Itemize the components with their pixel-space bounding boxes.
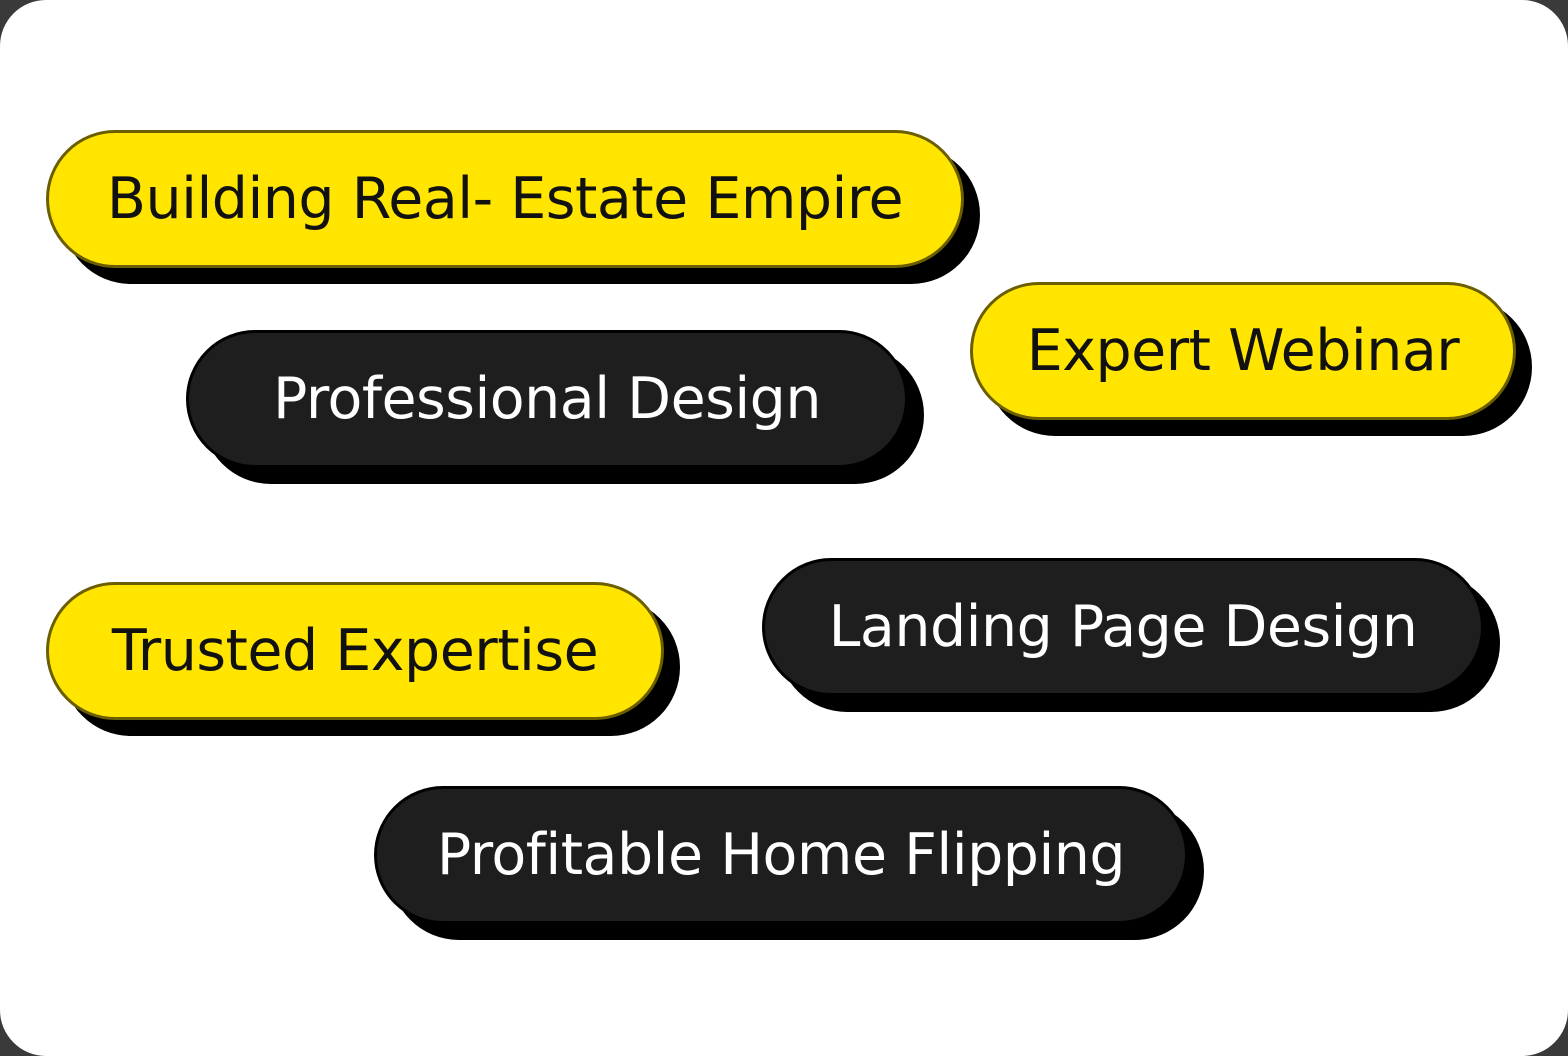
tag-professional-design-wrap: Professional Design xyxy=(186,330,924,484)
tag-landing-page-design[interactable]: Landing Page Design xyxy=(762,558,1484,696)
tag-expert-webinar-wrap: Expert Webinar xyxy=(970,282,1532,436)
tag-profitable-home-flipping[interactable]: Profitable Home Flipping xyxy=(374,786,1188,924)
tag-trusted-expertise[interactable]: Trusted Expertise xyxy=(46,582,664,720)
tag-building-real-estate-empire-wrap: Building Real- Estate Empire xyxy=(46,130,980,284)
tag-expert-webinar[interactable]: Expert Webinar xyxy=(970,282,1516,420)
tag-trusted-expertise-wrap: Trusted Expertise xyxy=(46,582,680,736)
tag-building-real-estate-empire[interactable]: Building Real- Estate Empire xyxy=(46,130,964,268)
tag-professional-design[interactable]: Professional Design xyxy=(186,330,908,468)
tag-landing-page-design-wrap: Landing Page Design xyxy=(762,558,1500,712)
tag-card: Building Real- Estate Empire Expert Webi… xyxy=(0,0,1568,1056)
tag-profitable-home-flipping-wrap: Profitable Home Flipping xyxy=(374,786,1204,940)
